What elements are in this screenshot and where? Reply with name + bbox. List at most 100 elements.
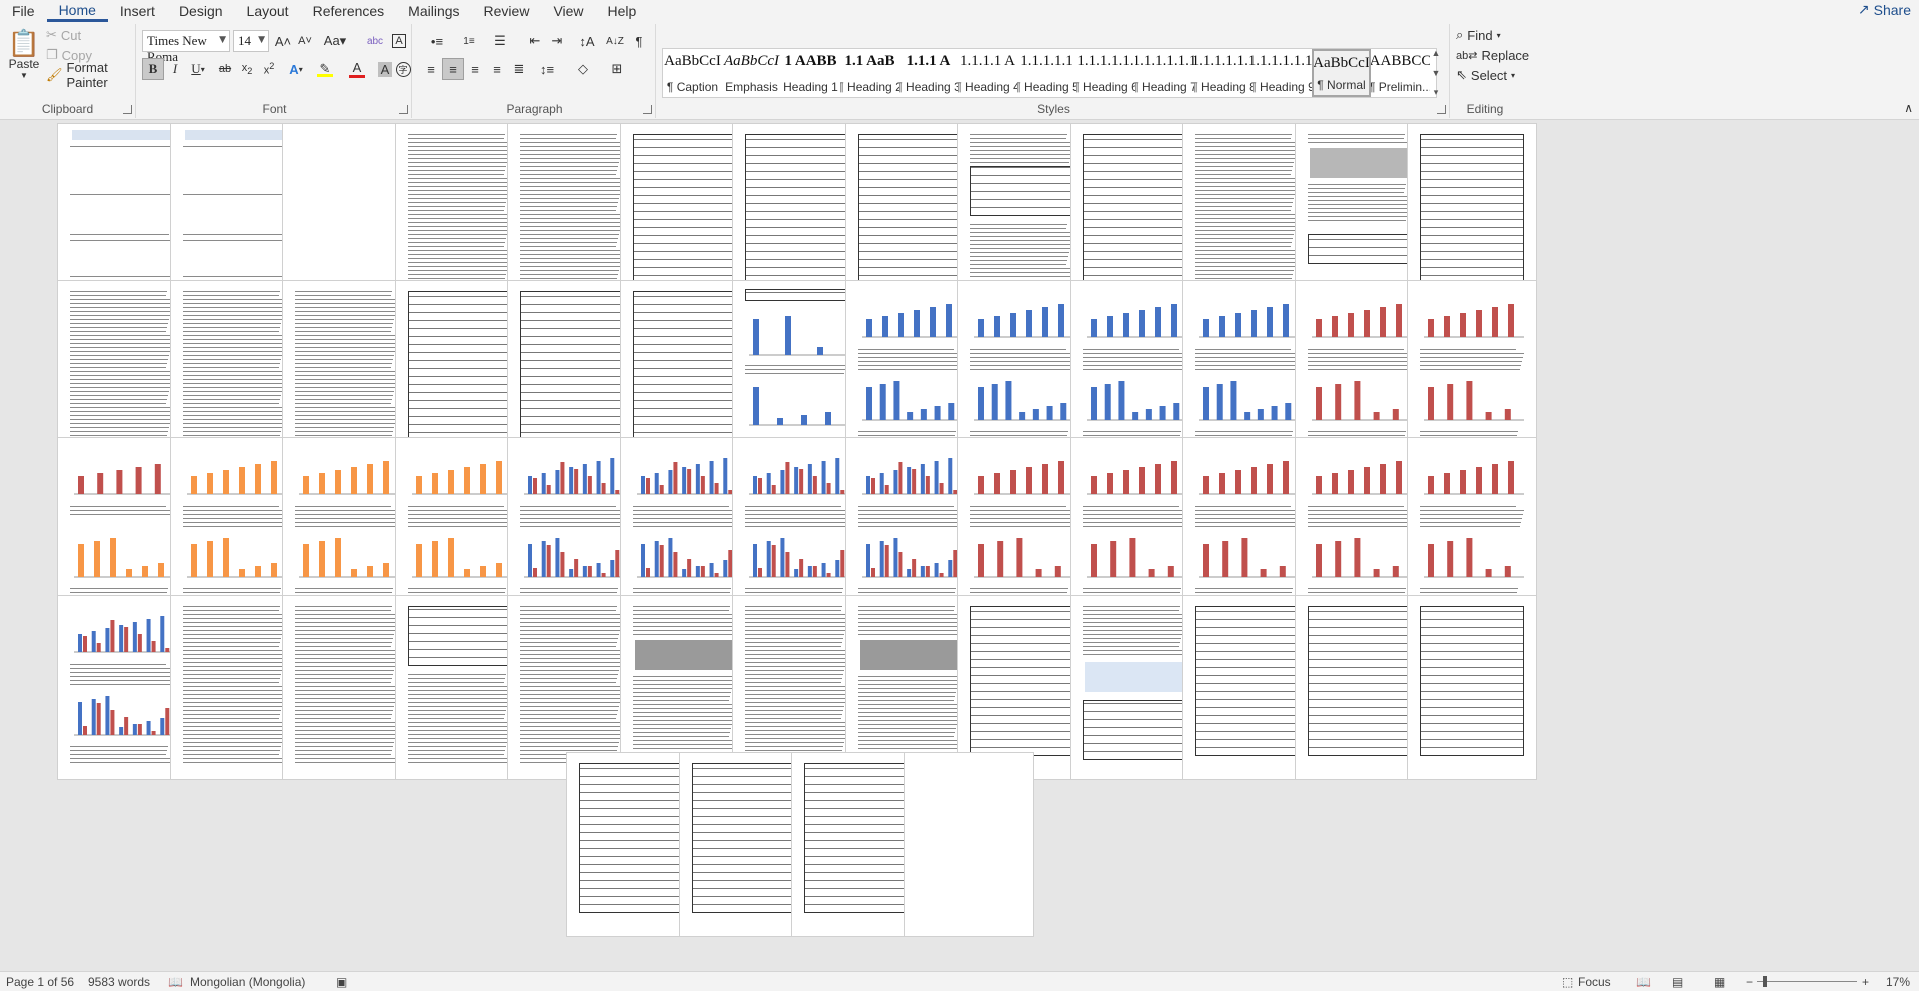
web-layout-icon[interactable]: ▦ <box>1714 975 1725 989</box>
zoom-slider[interactable] <box>1757 981 1857 982</box>
shading-button[interactable]: ◇ <box>568 58 598 80</box>
style-item[interactable]: 1.1.1.1.1.1. ¶ Heading 9 <box>1253 49 1312 97</box>
page-thumbnail[interactable] <box>1182 595 1312 780</box>
align-left-button[interactable]: ≡ <box>420 58 442 80</box>
style-item[interactable]: 1.1.1.1.1. ¶ Heading 6 <box>1076 49 1135 97</box>
numbering-button[interactable]: 1≡ <box>454 30 484 52</box>
page-thumbnail[interactable] <box>1070 595 1200 780</box>
tab-design[interactable]: Design <box>167 3 235 22</box>
macro-recorder-icon[interactable]: ▣ <box>336 975 347 989</box>
chart-bar <box>582 464 587 494</box>
page-thumbnail[interactable] <box>1295 595 1425 780</box>
style-item[interactable]: 1 AABB Heading 1 <box>781 49 840 97</box>
style-item[interactable]: AABBCC ¶ Prelimin... <box>1371 49 1430 97</box>
focus-button[interactable]: Focus <box>1578 975 1611 989</box>
style-item[interactable]: 1.1.1 A ¶ Heading 3 <box>899 49 958 97</box>
proofing-icon[interactable]: 📖 <box>168 975 183 989</box>
styles-launcher-icon[interactable] <box>1437 105 1446 114</box>
shrink-font-button[interactable]: A˅ <box>294 30 316 52</box>
italic-button[interactable]: I <box>164 58 186 80</box>
text-effects-box-button[interactable]: A <box>388 30 410 52</box>
font-family-select[interactable]: Times New Roma ▼ <box>142 30 230 64</box>
read-mode-icon[interactable]: 📖 <box>1636 975 1651 989</box>
tab-references[interactable]: References <box>301 3 397 22</box>
style-item[interactable]: 1.1.1.1 A ¶ Heading 4 <box>958 49 1017 97</box>
chevron-down-icon[interactable]: ▼ <box>1432 68 1441 78</box>
align-right-button[interactable]: ≡ <box>464 58 486 80</box>
page-thumbnail[interactable] <box>282 595 412 780</box>
show-formatting-button[interactable]: ¶ <box>628 30 650 52</box>
page-thumbnail[interactable] <box>57 595 187 780</box>
print-layout-icon[interactable]: ▤ <box>1672 975 1683 989</box>
page-thumbnail[interactable] <box>170 595 300 780</box>
bold-button[interactable]: B <box>142 58 164 80</box>
document-canvas[interactable] <box>0 120 1919 971</box>
text-effects-button[interactable]: A ▾ <box>282 58 310 80</box>
share-button[interactable]: ↗ Share <box>1858 1 1911 18</box>
replace-button[interactable]: ab⇄ Replace <box>1456 46 1529 64</box>
highlight-color-button[interactable]: ✎ <box>310 58 340 80</box>
tab-insert[interactable]: Insert <box>108 3 167 22</box>
font-size-select[interactable]: 14 ▼ <box>233 30 269 52</box>
borders-button[interactable]: ⊞ <box>602 58 632 80</box>
sort-button[interactable]: A↓Z <box>604 30 626 52</box>
bullets-button[interactable]: •≡ <box>422 30 452 52</box>
justify-button[interactable]: ≡ <box>486 58 508 80</box>
page-count[interactable]: Page 1 of 56 <box>6 975 74 989</box>
tab-home[interactable]: Home <box>46 2 108 22</box>
find-button[interactable]: ⌕ Find ▾ <box>1456 26 1501 44</box>
tab-file[interactable]: File <box>0 3 47 22</box>
text-direction-button[interactable]: ↕A <box>572 30 602 52</box>
focus-icon[interactable]: ⬚ <box>1562 975 1573 989</box>
zoom-slider-thumb[interactable] <box>1763 976 1767 987</box>
paste-button[interactable]: 📋 Paste ▼ <box>6 26 42 82</box>
zoom-in-icon[interactable]: + <box>1862 975 1869 989</box>
subscript-button[interactable]: x2 <box>236 58 258 80</box>
enclose-characters-button[interactable]: 字 <box>392 58 414 80</box>
style-item[interactable]: 1.1.1.1.1 ¶ Heading 5 <box>1017 49 1076 97</box>
language[interactable]: Mongolian (Mongolia) <box>190 975 305 989</box>
align-center-button[interactable]: ≡ <box>442 58 464 80</box>
page-thumbnail[interactable] <box>1407 595 1537 780</box>
clipboard-launcher-icon[interactable] <box>123 105 132 114</box>
superscript-button[interactable]: x2 <box>258 58 280 80</box>
strikethrough-button[interactable]: ab <box>214 58 236 80</box>
page-thumbnail[interactable] <box>566 752 696 937</box>
grow-font-button[interactable]: A˄ <box>272 30 294 52</box>
page-thumbnail[interactable] <box>791 752 921 937</box>
format-painter-button[interactable]: 🖌 Format Painter <box>46 60 135 90</box>
tab-help[interactable]: Help <box>596 3 649 22</box>
style-item[interactable]: 1.1.1.1.1.1 ¶ Heading 8 <box>1194 49 1253 97</box>
zoom-level[interactable]: 17% <box>1886 975 1910 989</box>
paragraph-launcher-icon[interactable] <box>643 105 652 114</box>
underline-button[interactable]: U ▾ <box>184 58 212 80</box>
select-button[interactable]: ⇖ Select ▾ <box>1456 66 1515 84</box>
tab-mailings[interactable]: Mailings <box>396 3 471 22</box>
style-item[interactable]: 1.1.1.1.1.1 ¶ Heading 7 <box>1135 49 1194 97</box>
distributed-button[interactable]: ≣ <box>508 58 530 80</box>
more-styles-icon[interactable]: ▾ <box>1434 87 1439 98</box>
style-item[interactable]: AaBbCcI ¶ Normal <box>1312 49 1371 97</box>
tab-layout[interactable]: Layout <box>235 3 301 22</box>
cut-button[interactable]: ✂ Cut <box>46 26 81 44</box>
chevron-up-icon[interactable]: ▲ <box>1432 48 1441 58</box>
zoom-out-icon[interactable]: − <box>1746 975 1753 989</box>
style-item[interactable]: AaBbCcI Emphasis <box>722 49 781 97</box>
font-color-button[interactable]: A <box>342 58 372 80</box>
line-spacing-button[interactable]: ↕≡ <box>532 58 562 80</box>
tab-review[interactable]: Review <box>472 3 542 22</box>
clear-formatting-button[interactable]: abc <box>364 30 386 52</box>
page-thumbnail[interactable] <box>904 752 1034 937</box>
page-thumbnail[interactable] <box>679 752 809 937</box>
tab-view[interactable]: View <box>541 3 595 22</box>
style-item[interactable]: 1.1 AaB ¶ Heading 2 <box>840 49 899 97</box>
increase-indent-button[interactable]: ⇥ <box>546 30 568 52</box>
change-case-button[interactable]: Aa▾ <box>320 30 350 52</box>
page-thumbnail[interactable] <box>395 595 525 780</box>
collapse-ribbon-icon[interactable]: ∧ <box>1904 101 1913 115</box>
font-launcher-icon[interactable] <box>399 105 408 114</box>
multilevel-list-button[interactable]: ☰ <box>486 30 514 52</box>
word-count[interactable]: 9583 words <box>88 975 150 989</box>
style-item[interactable]: AaBbCcI ¶ Caption <box>663 49 722 97</box>
decrease-indent-button[interactable]: ⇤ <box>524 30 546 52</box>
